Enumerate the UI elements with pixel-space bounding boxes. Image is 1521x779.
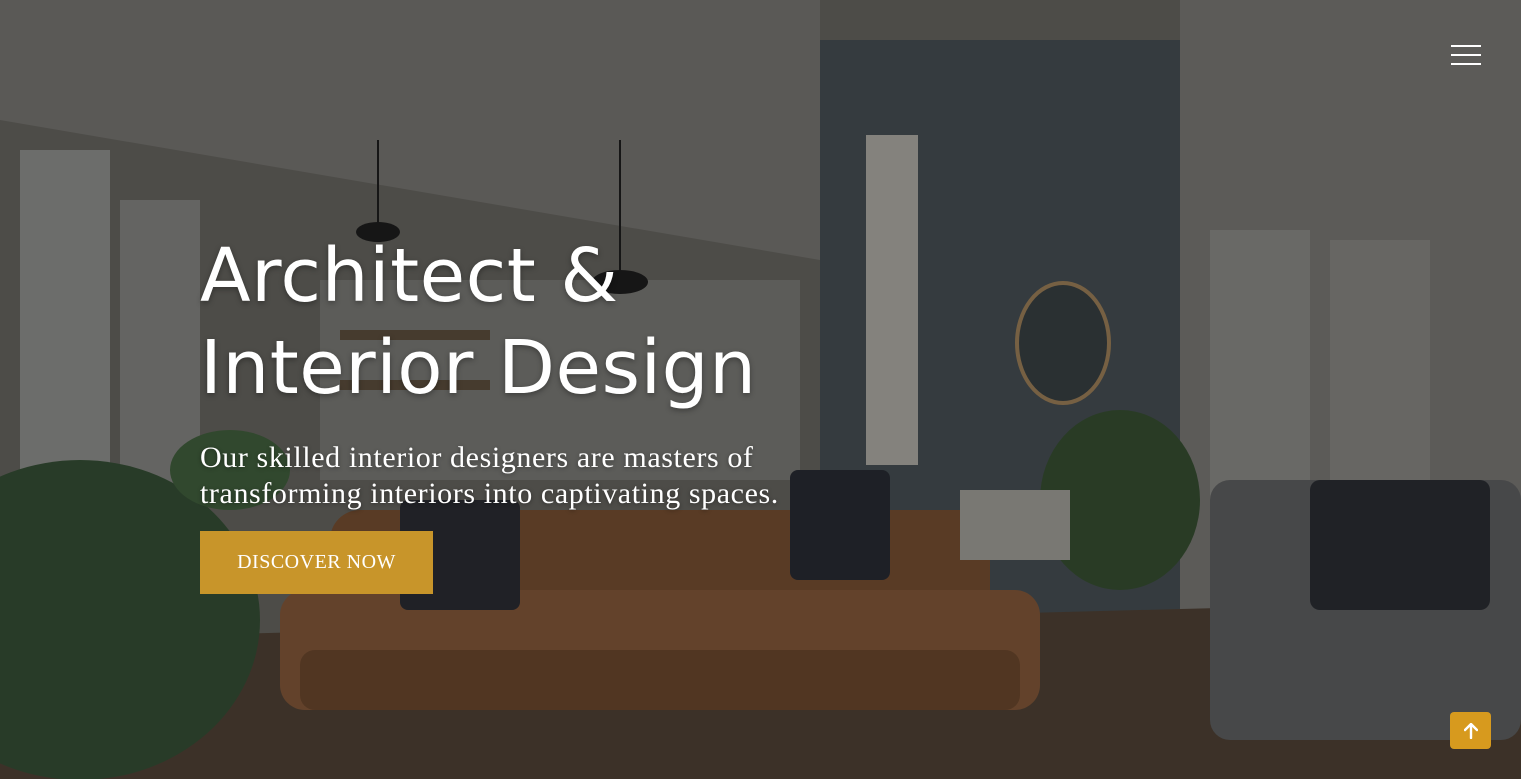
menu-bar xyxy=(1451,63,1481,65)
back-to-top-button[interactable] xyxy=(1450,712,1491,749)
discover-now-button[interactable]: DISCOVER NOW xyxy=(200,531,433,594)
menu-bar xyxy=(1451,45,1481,47)
hero-headline: Architect & Interior Design xyxy=(200,230,840,414)
arrow-up-icon xyxy=(1463,722,1478,739)
headline-line-2: Interior Design xyxy=(200,325,757,411)
headline-line-1: Architect & xyxy=(200,233,619,319)
menu-bar xyxy=(1451,54,1481,56)
hero-subtitle: Our skilled interior designers are maste… xyxy=(200,441,779,510)
hero-content: Architect & Interior Design Our skilled … xyxy=(200,230,840,512)
hamburger-icon[interactable] xyxy=(1446,40,1486,70)
